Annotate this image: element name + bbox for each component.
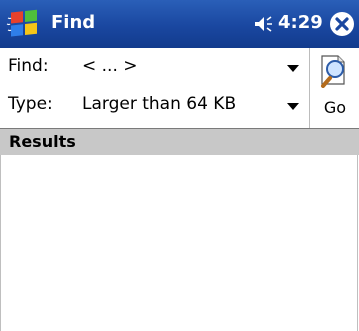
type-label: Type: [8, 94, 53, 114]
find-input[interactable]: < ... > [82, 56, 138, 76]
results-list[interactable] [0, 155, 358, 331]
type-select[interactable]: Larger than 64 KB [82, 94, 236, 114]
magnifier-document-icon [321, 55, 345, 88]
close-button[interactable] [330, 12, 354, 36]
go-button[interactable]: Go [309, 48, 359, 128]
speaker-icon[interactable] [254, 15, 274, 33]
results-label: Results [9, 132, 76, 151]
type-dropdown-arrow-icon[interactable] [287, 103, 299, 111]
go-label: Go [323, 98, 347, 117]
windows-flag-icon[interactable] [6, 4, 44, 42]
title-bar: Find 4:29 [0, 0, 359, 48]
window-title: Find [51, 12, 96, 33]
find-label: Find: [8, 56, 49, 76]
find-dropdown-arrow-icon[interactable] [287, 65, 299, 73]
clock[interactable]: 4:29 [278, 11, 323, 35]
results-header: Results [0, 129, 359, 155]
close-icon [335, 17, 349, 31]
search-form: Find: < ... > Type: Larger than 64 KB [0, 48, 359, 128]
